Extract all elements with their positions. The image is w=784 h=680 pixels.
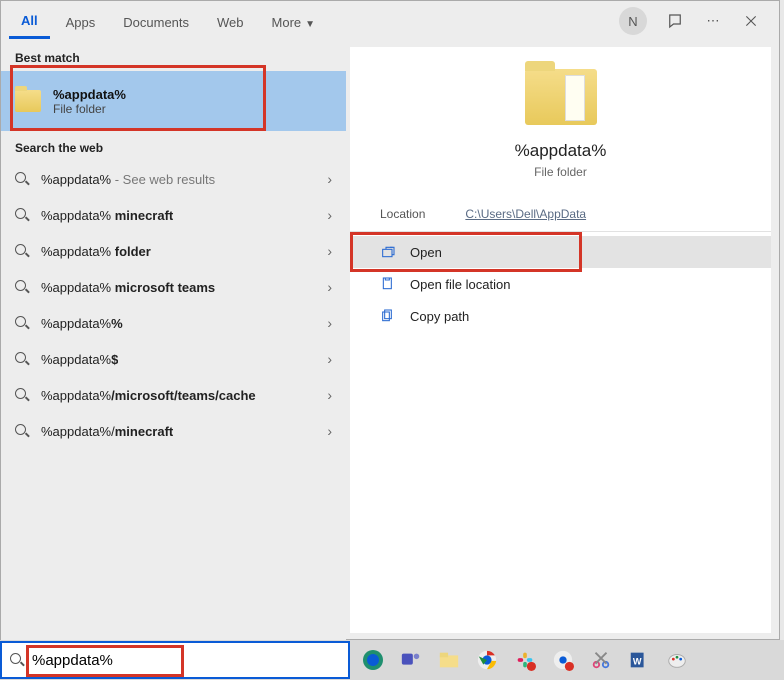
search-icon bbox=[15, 316, 29, 330]
preview-panel: %appdata% File folder Location C:\Users\… bbox=[350, 47, 771, 633]
web-result[interactable]: %appdata%/minecraft › bbox=[1, 413, 346, 449]
snip-icon[interactable] bbox=[586, 645, 616, 675]
web-result[interactable]: %appdata% folder › bbox=[1, 233, 346, 269]
file-location-icon bbox=[380, 276, 396, 292]
action-copy-path-label: Copy path bbox=[410, 309, 469, 324]
slack-icon[interactable] bbox=[510, 645, 540, 675]
tab-web[interactable]: Web bbox=[205, 5, 256, 38]
annotation-highlight bbox=[10, 65, 266, 131]
web-result[interactable]: %appdata% microsoft teams › bbox=[1, 269, 346, 305]
action-copy-path[interactable]: Copy path bbox=[350, 300, 771, 332]
tab-more[interactable]: More▼ bbox=[260, 5, 328, 38]
svg-text:W: W bbox=[633, 657, 642, 667]
search-icon bbox=[15, 352, 29, 366]
location-label: Location bbox=[380, 207, 425, 221]
web-result-text: %appdata%% bbox=[41, 316, 123, 331]
chevron-right-icon: › bbox=[327, 279, 332, 295]
best-match-result[interactable]: %appdata% File folder bbox=[1, 71, 346, 131]
search-filter-tabs: All Apps Documents Web More▼ N ⋯ bbox=[1, 1, 779, 41]
start-search-window: All Apps Documents Web More▼ N ⋯ Best ma… bbox=[0, 0, 780, 640]
web-result-text: %appdata% minecraft bbox=[41, 208, 173, 223]
folder-icon bbox=[15, 90, 41, 112]
web-result-text: %appdata% microsoft teams bbox=[41, 280, 215, 295]
search-input[interactable] bbox=[32, 652, 348, 669]
user-avatar[interactable]: N bbox=[619, 7, 647, 35]
taskbar-pinned-apps: W bbox=[350, 645, 692, 675]
feedback-icon[interactable] bbox=[665, 11, 685, 31]
teams-icon[interactable] bbox=[396, 645, 426, 675]
close-icon[interactable] bbox=[741, 11, 761, 31]
web-result[interactable]: %appdata%$ › bbox=[1, 341, 346, 377]
action-open-label: Open bbox=[410, 245, 442, 260]
section-search-web: Search the web bbox=[1, 131, 346, 161]
open-icon bbox=[380, 244, 396, 260]
edge-icon[interactable] bbox=[358, 645, 388, 675]
more-options-icon[interactable]: ⋯ bbox=[703, 11, 723, 31]
word-icon[interactable]: W bbox=[624, 645, 654, 675]
web-result-text: %appdata%/minecraft bbox=[41, 424, 173, 439]
search-icon bbox=[10, 653, 24, 667]
preview-location-row: Location C:\Users\Dell\AppData bbox=[350, 189, 771, 232]
taskbar: W bbox=[0, 640, 784, 680]
web-result[interactable]: %appdata% minecraft › bbox=[1, 197, 346, 233]
results-panel: Best match %appdata% File folder Search … bbox=[1, 41, 346, 641]
web-result[interactable]: %appdata%% › bbox=[1, 305, 346, 341]
search-icon bbox=[15, 172, 29, 186]
search-icon bbox=[15, 388, 29, 402]
file-explorer-icon[interactable] bbox=[434, 645, 464, 675]
tab-apps[interactable]: Apps bbox=[54, 5, 108, 38]
taskbar-search[interactable] bbox=[0, 641, 350, 679]
search-icon bbox=[15, 424, 29, 438]
search-icon bbox=[15, 208, 29, 222]
preview-title: %appdata% bbox=[350, 141, 771, 161]
copy-icon bbox=[380, 308, 396, 324]
chevron-right-icon: › bbox=[327, 387, 332, 403]
chevron-right-icon: › bbox=[327, 207, 332, 223]
chevron-right-icon: › bbox=[327, 171, 332, 187]
chevron-right-icon: › bbox=[327, 243, 332, 259]
paint-icon[interactable] bbox=[662, 645, 692, 675]
folder-icon bbox=[525, 69, 597, 125]
web-result-text: %appdata%/microsoft/teams/cache bbox=[41, 388, 256, 403]
best-match-title: %appdata% bbox=[53, 87, 126, 102]
preview-subtitle: File folder bbox=[350, 165, 771, 179]
section-best-match: Best match bbox=[1, 41, 346, 71]
web-result[interactable]: %appdata% - See web results › bbox=[1, 161, 346, 197]
tab-all[interactable]: All bbox=[9, 3, 50, 39]
search-icon bbox=[15, 280, 29, 294]
chevron-right-icon: › bbox=[327, 351, 332, 367]
action-open[interactable]: Open bbox=[350, 236, 771, 268]
search-icon bbox=[15, 244, 29, 258]
tab-documents[interactable]: Documents bbox=[111, 5, 201, 38]
chevron-right-icon: › bbox=[327, 423, 332, 439]
location-link[interactable]: C:\Users\Dell\AppData bbox=[465, 207, 586, 221]
web-result-text: %appdata%$ bbox=[41, 352, 118, 367]
action-open-location-label: Open file location bbox=[410, 277, 510, 292]
web-result-text: %appdata% - See web results bbox=[41, 172, 215, 187]
web-result-text: %appdata% folder bbox=[41, 244, 151, 259]
web-result[interactable]: %appdata%/microsoft/teams/cache › bbox=[1, 377, 346, 413]
chrome-icon[interactable] bbox=[472, 645, 502, 675]
chevron-right-icon: › bbox=[327, 315, 332, 331]
chrome-beta-icon[interactable] bbox=[548, 645, 578, 675]
chevron-down-icon: ▼ bbox=[305, 19, 315, 30]
best-match-subtitle: File folder bbox=[53, 102, 126, 116]
action-open-location[interactable]: Open file location bbox=[350, 268, 771, 300]
